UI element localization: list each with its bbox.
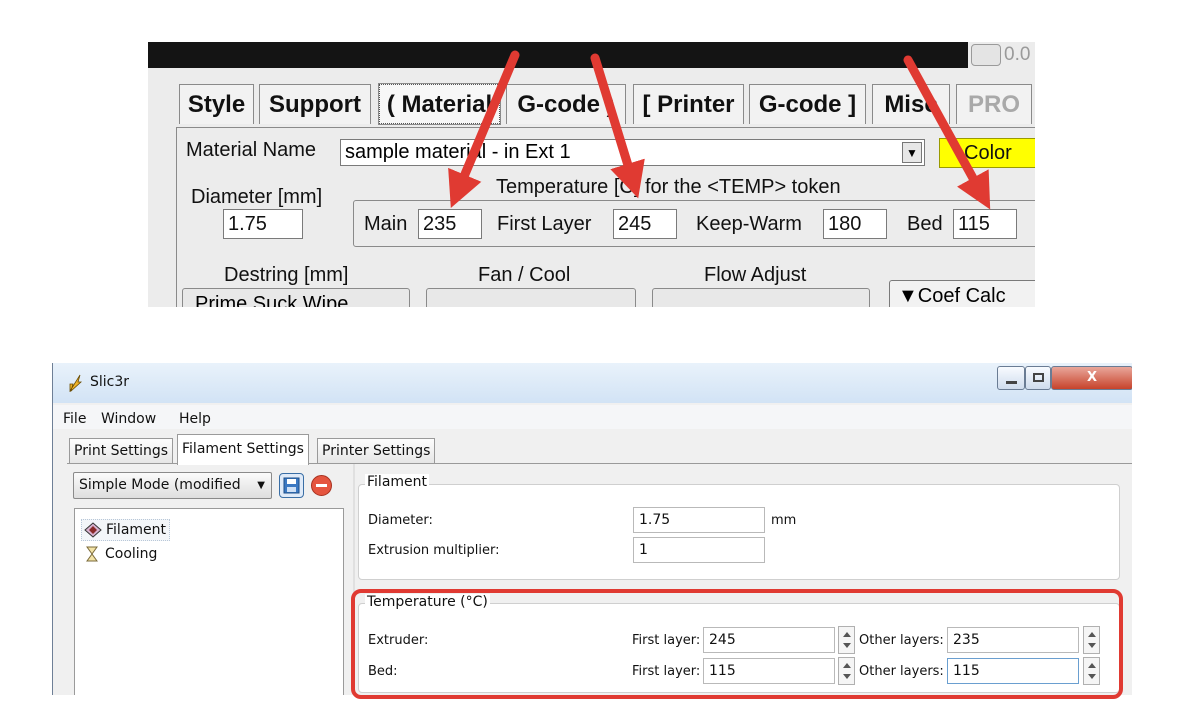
destring-buttons[interactable]: Prime Suck Wipe — [182, 288, 410, 307]
extruder-first-layer-label: First layer: — [632, 633, 701, 648]
delete-icon — [311, 475, 332, 496]
flow-controls[interactable] — [652, 288, 870, 307]
fan-controls[interactable] — [426, 288, 636, 307]
save-icon — [283, 477, 300, 494]
diameter-label: Diameter [mm] — [191, 186, 323, 208]
color-button[interactable]: Color — [939, 138, 1035, 168]
bed-other-layers-input[interactable]: 115 — [947, 658, 1079, 684]
hourglass-icon — [86, 546, 98, 562]
tree-item-label: Filament — [106, 522, 167, 538]
extruder-other-layers-spinner[interactable] — [1083, 626, 1100, 654]
preset-select-value: Simple Mode (modified — [79, 477, 241, 493]
tab-support[interactable]: Support — [259, 84, 371, 124]
chevron-down-icon: ▼ — [257, 480, 265, 491]
bed-temp-input[interactable]: 115 — [953, 209, 1017, 239]
top-dark-bar — [148, 42, 968, 68]
menu-window[interactable]: Window — [101, 411, 156, 427]
temperature-title: Temperature [C] for the <TEMP> token — [496, 176, 841, 198]
tree-item-cooling[interactable]: Cooling — [81, 544, 157, 566]
tab-material[interactable]: ( Material — [378, 83, 501, 125]
material-name-value: sample material - in Ext 1 — [345, 141, 571, 163]
simplify3d-settings-panel: 0.0 Style Support ( Material G-code ) [ … — [148, 42, 1035, 307]
minimize-button[interactable] — [997, 366, 1025, 390]
extrusion-multiplier-label: Extrusion multiplier: — [368, 543, 500, 558]
tab-misc[interactable]: Misc — [872, 84, 950, 124]
main-temp-label: Main — [364, 213, 408, 235]
flow-adjust-label: Flow Adjust — [704, 264, 807, 286]
first-layer-temp-input[interactable]: 245 — [613, 209, 677, 239]
filament-group-title: Filament — [365, 474, 430, 490]
tab-gcode-open[interactable]: G-code ) — [506, 84, 626, 124]
diameter-input[interactable]: 1.75 — [223, 209, 303, 239]
tab-printer[interactable]: [ Printer — [633, 84, 744, 124]
first-layer-temp-label: First Layer — [497, 213, 592, 235]
slic3r-logo-icon — [69, 374, 83, 392]
tree-item-label: Cooling — [105, 546, 158, 562]
window-title: Slic3r — [90, 374, 130, 390]
bed-other-layers-spinner[interactable] — [1083, 657, 1100, 685]
bed-temp-label: Bed — [907, 213, 943, 235]
corner-text: 0.0 — [1004, 44, 1031, 65]
tab-style[interactable]: Style — [179, 84, 254, 124]
save-preset-button[interactable] — [279, 473, 304, 498]
extruder-other-layers-label: Other layers: — [859, 633, 944, 648]
fan-cool-label: Fan / Cool — [478, 264, 571, 286]
tab-gcode-close[interactable]: G-code ] — [749, 84, 866, 124]
destring-label: Destring [mm] — [224, 264, 349, 286]
material-name-label: Material Name — [186, 139, 317, 161]
settings-tree: Filament Cooling — [74, 508, 344, 695]
extruder-first-layer-spinner[interactable] — [838, 626, 855, 654]
extruder-label: Extruder: — [368, 633, 429, 648]
menu-help[interactable]: Help — [179, 411, 211, 427]
extrusion-multiplier-input[interactable]: 1 — [633, 537, 765, 563]
tab-printer-settings[interactable]: Printer Settings — [317, 438, 436, 464]
corner-button[interactable] — [971, 44, 1001, 66]
dropdown-arrow-icon[interactable]: ▼ — [902, 142, 922, 163]
bed-first-layer-label: First layer: — [632, 664, 701, 679]
diameter-unit: mm — [771, 513, 797, 528]
temperature-group-title: Temperature (°C) — [365, 594, 490, 610]
spool-icon — [84, 522, 102, 538]
bed-first-layer-input[interactable]: 115 — [703, 658, 835, 684]
extruder-other-layers-input[interactable]: 235 — [947, 627, 1079, 653]
tab-filament-settings[interactable]: Filament Settings — [177, 434, 309, 465]
close-button[interactable]: X — [1051, 366, 1132, 390]
delete-preset-button[interactable] — [309, 473, 334, 498]
main-temp-input[interactable]: 235 — [418, 209, 482, 239]
maximize-button[interactable] — [1025, 366, 1051, 390]
minimize-icon — [1006, 381, 1017, 384]
diameter-input[interactable]: 1.75 — [633, 507, 765, 533]
title-bar: Slic3r X — [53, 363, 1132, 403]
menu-file[interactable]: File — [63, 411, 86, 427]
material-name-select[interactable]: sample material - in Ext 1 ▼ — [340, 139, 925, 166]
tab-pro: PRO — [956, 84, 1032, 124]
preset-select[interactable]: Simple Mode (modified ▼ — [73, 472, 272, 499]
keep-warm-input[interactable]: 180 — [823, 209, 887, 239]
bed-first-layer-spinner[interactable] — [838, 657, 855, 685]
bed-other-layers-label: Other layers: — [859, 664, 944, 679]
menu-bar — [53, 405, 1132, 429]
coef-calc-button[interactable]: ▼Coef Calc — [889, 280, 1035, 307]
tree-item-filament[interactable]: Filament — [81, 519, 171, 541]
bed-label: Bed: — [368, 664, 398, 679]
extruder-first-layer-input[interactable]: 245 — [703, 627, 835, 653]
tab-print-settings[interactable]: Print Settings — [69, 438, 174, 464]
diameter-label: Diameter: — [368, 513, 433, 528]
slic3r-window: Slic3r X File Window Help Print Settings… — [52, 363, 1132, 695]
keep-warm-label: Keep-Warm — [696, 213, 802, 235]
maximize-icon — [1033, 373, 1044, 382]
